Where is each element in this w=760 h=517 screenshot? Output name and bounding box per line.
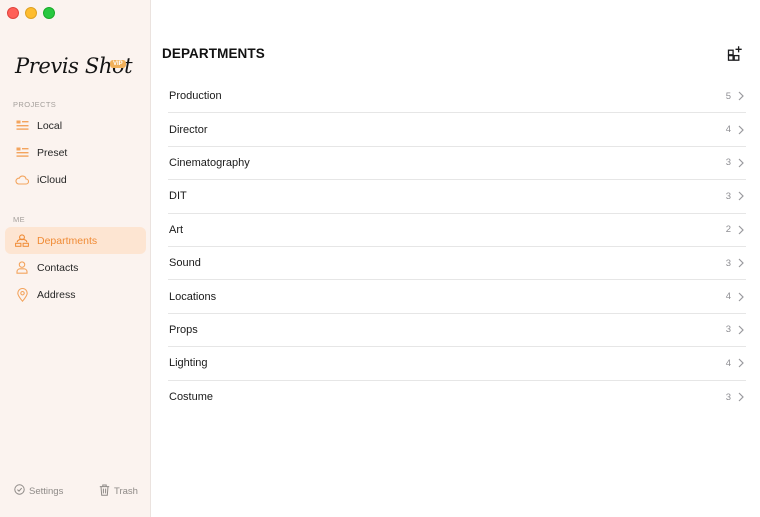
chevron-right-icon	[738, 392, 746, 402]
department-count: 5	[725, 90, 731, 102]
local-stack-icon	[15, 119, 29, 133]
department-count: 3	[725, 324, 731, 336]
main-content: DEPARTMENTS Production 5 Director 4 Cine…	[152, 0, 760, 517]
maximize-window-button[interactable]	[43, 7, 55, 19]
chevron-right-icon	[738, 258, 746, 268]
chevron-right-icon	[738, 225, 746, 235]
vip-badge: VIP	[110, 60, 126, 68]
chevron-right-icon	[738, 125, 746, 135]
department-count: 3	[725, 391, 731, 403]
chevron-right-icon	[738, 292, 746, 302]
department-count: 3	[725, 190, 731, 202]
departments-list: Production 5 Director 4 Cinematography 3…	[168, 80, 746, 414]
page-title: DEPARTMENTS	[162, 46, 265, 61]
list-item[interactable]: Director 4	[168, 113, 746, 147]
settings-icon	[14, 484, 25, 498]
department-name: Locations	[169, 290, 217, 303]
department-name: Costume	[169, 391, 214, 404]
settings-button[interactable]: Settings	[14, 484, 63, 498]
window-controls	[7, 7, 55, 19]
department-count: 3	[725, 157, 731, 169]
location-pin-icon	[15, 287, 29, 302]
sidebar-item-label: Preset	[37, 146, 68, 159]
department-count: 4	[725, 357, 731, 369]
list-item[interactable]: DIT 3	[168, 180, 746, 214]
close-window-button[interactable]	[7, 7, 19, 19]
sidebar-item-label: Address	[37, 288, 76, 301]
department-name: Director	[169, 123, 208, 136]
list-item[interactable]: Lighting 4	[168, 347, 746, 381]
chevron-right-icon	[738, 158, 746, 168]
list-item[interactable]: Locations 4	[168, 280, 746, 314]
sidebar-item-preset[interactable]: Preset	[5, 139, 146, 166]
department-count: 4	[725, 291, 731, 303]
projects-section-header: PROJECTS	[13, 100, 57, 109]
trash-label: Trash	[114, 486, 138, 497]
sidebar-item-label: Local	[37, 119, 63, 132]
department-name: Production	[169, 90, 222, 103]
sidebar-item-label: Contacts	[37, 261, 79, 274]
me-section-header: ME	[13, 215, 26, 224]
sidebar-item-label: iCloud	[37, 173, 67, 186]
settings-label: Settings	[29, 485, 64, 497]
chevron-right-icon	[738, 325, 746, 335]
department-name: Art	[169, 223, 184, 236]
sidebar: Previs Shot VIP PROJECTS Local Preset iC…	[0, 0, 151, 517]
add-department-icon	[727, 45, 743, 66]
department-count: 3	[725, 257, 731, 269]
minimize-window-button[interactable]	[25, 7, 37, 19]
list-item[interactable]: Props 3	[168, 314, 746, 348]
sidebar-item-contacts[interactable]: Contacts	[5, 254, 146, 281]
sidebar-item-local[interactable]: Local	[5, 112, 146, 139]
cloud-icon	[15, 173, 29, 187]
sidebar-item-address[interactable]: Address	[5, 281, 146, 308]
trash-button[interactable]: Trash	[99, 484, 138, 499]
department-name: Sound	[169, 257, 201, 270]
chevron-right-icon	[738, 91, 746, 101]
person-icon	[15, 261, 29, 275]
trash-icon	[99, 484, 110, 499]
department-name: Lighting	[169, 357, 208, 370]
list-item[interactable]: Art 2	[168, 214, 746, 247]
chevron-right-icon	[738, 191, 746, 201]
people-icon	[15, 234, 29, 248]
sidebar-item-departments[interactable]: Departments	[5, 227, 146, 254]
sidebar-item-label: Departments	[37, 234, 98, 247]
department-name: Props	[169, 323, 198, 336]
sidebar-item-icloud[interactable]: iCloud	[5, 166, 146, 193]
add-department-button[interactable]	[726, 45, 744, 66]
department-count: 4	[725, 124, 731, 136]
department-name: Cinematography	[169, 156, 250, 169]
preset-stack-icon	[15, 146, 29, 160]
department-count: 2	[725, 224, 731, 236]
department-name: DIT	[169, 190, 187, 203]
list-item[interactable]: Cinematography 3	[168, 147, 746, 181]
chevron-right-icon	[738, 358, 746, 368]
list-item[interactable]: Production 5	[168, 80, 746, 114]
app-window: Previs Shot VIP PROJECTS Local Preset iC…	[0, 0, 760, 517]
list-item[interactable]: Costume 3	[168, 381, 746, 414]
list-item[interactable]: Sound 3	[168, 247, 746, 281]
